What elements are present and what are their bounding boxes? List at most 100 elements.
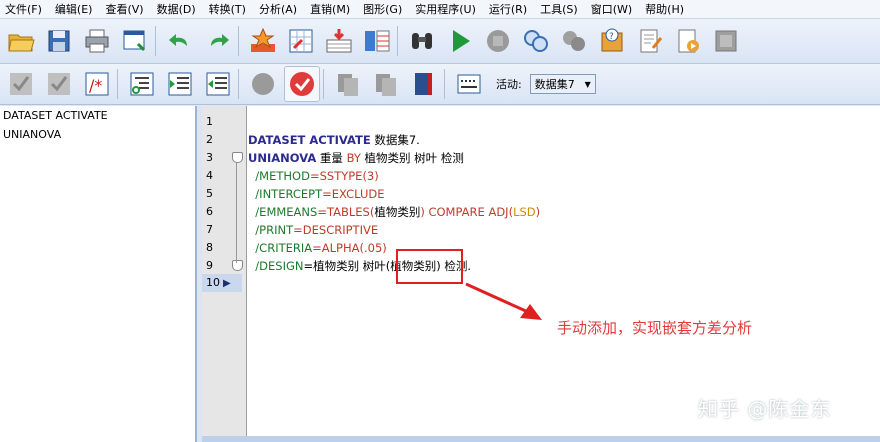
save-button[interactable] <box>42 24 76 58</box>
stop-button[interactable] <box>481 24 515 58</box>
fold-guide-line <box>236 163 237 263</box>
fold-toggle-icon[interactable] <box>232 152 243 163</box>
toolbar-separator <box>155 26 156 56</box>
code-subcommand: /CRITERIA <box>248 241 313 255</box>
code-line-3: UNIANOVA 重量 BY 植物类别 树叶 检测 <box>248 149 464 167</box>
navigator-item[interactable]: DATASET ACTIVATE <box>0 106 195 125</box>
active-dataset-value: 数据集7 <box>534 78 575 91</box>
find-button[interactable] <box>405 24 439 58</box>
red-arrow-icon <box>465 282 542 320</box>
code-value: =DESCRIPTIVE <box>293 223 379 237</box>
red-check-icon <box>290 72 314 96</box>
line-format-button[interactable] <box>452 67 486 101</box>
code-line-4: /METHOD=SSTYPE(3) <box>248 167 378 185</box>
document-play-icon <box>678 29 699 53</box>
code-line-6: /EMMEANS=TABLES(植物类别) COMPARE ADJ(LSD) <box>248 203 540 221</box>
code-value: =EXCLUDE <box>322 187 385 201</box>
print-button[interactable] <box>80 24 114 58</box>
chevron-down-icon: ▼ <box>584 79 591 89</box>
fullscreen-button[interactable] <box>709 24 743 58</box>
validate-all-button[interactable] <box>42 67 76 101</box>
code-text: 植物类别 树叶 检测 <box>360 151 464 165</box>
check-gray-icon <box>48 73 70 95</box>
outdent-button[interactable] <box>201 67 235 101</box>
main-toolbar: ? <box>0 19 880 64</box>
goto-variable-button[interactable] <box>284 24 318 58</box>
menu-direct-marketing[interactable]: 直销(M) <box>305 1 358 17</box>
menu-graphs[interactable]: 图形(G) <box>358 1 410 17</box>
menu-window[interactable]: 窗口(W) <box>586 1 640 17</box>
code-value: ) COMPARE ADJ( <box>420 205 514 219</box>
binoculars-icon <box>412 33 432 49</box>
line-number: 5 <box>206 187 213 200</box>
variables-button[interactable] <box>322 24 356 58</box>
line-number: 2 <box>206 133 213 146</box>
menu-transform[interactable]: 转换(T) <box>204 1 254 17</box>
code-text: 植物类别 <box>374 205 421 219</box>
menu-analyze[interactable]: 分析(A) <box>254 1 305 17</box>
pages-gray-icon <box>376 74 396 96</box>
syntax-editor[interactable]: DATASET ACTIVATE 数据集7. UNIANOVA 重量 BY 植物… <box>247 106 880 436</box>
outdent-icon <box>206 72 230 96</box>
menu-view[interactable]: 查看(V) <box>100 1 151 17</box>
check-gray-icon <box>10 73 32 95</box>
bookmark-book-button[interactable] <box>407 67 441 101</box>
code-value: =TABLES( <box>317 205 375 219</box>
goto-case-button[interactable] <box>246 24 280 58</box>
open-button[interactable] <box>4 24 38 58</box>
indent-button[interactable] <box>163 67 197 101</box>
sets-button[interactable] <box>519 24 553 58</box>
recall-dialog-button[interactable] <box>118 24 152 58</box>
indent-list-icon <box>130 72 154 96</box>
code-subcommand: /METHOD <box>248 169 310 183</box>
run-button[interactable] <box>443 24 477 58</box>
toolbar-separator <box>323 69 324 99</box>
stop-circle-icon <box>487 30 509 52</box>
code-line-7: /PRINT=DESCRIPTIVE <box>248 221 378 239</box>
active-dataset-select[interactable]: 数据集7 ▼ <box>529 74 596 94</box>
check-button[interactable] <box>284 66 320 102</box>
comment-button[interactable]: /* <box>80 67 114 101</box>
floppy-icon <box>48 30 70 52</box>
code-keyword: BY <box>346 151 361 165</box>
code-subcommand: /INTERCEPT <box>248 187 323 201</box>
code-keyword: UNIANOVA <box>248 151 317 165</box>
comment-star-icon: /* <box>85 72 109 96</box>
dashed-lines-icon <box>457 74 481 94</box>
code-line-8: /CRITERIA=ALPHA(.05) <box>248 239 387 257</box>
bookmark-next-button[interactable] <box>369 67 403 101</box>
code-value: =ALPHA(.05) <box>312 241 387 255</box>
line-number: 6 <box>206 205 213 218</box>
help-button[interactable]: ? <box>595 24 629 58</box>
syntax-help-button[interactable] <box>633 24 667 58</box>
code-value: ) <box>535 205 541 219</box>
bookmark-button[interactable] <box>331 67 365 101</box>
bottom-scrollbar[interactable] <box>202 436 880 442</box>
redo-button[interactable] <box>201 24 235 58</box>
menu-utilities[interactable]: 实用程序(U) <box>410 1 484 17</box>
outline-button[interactable] <box>125 67 159 101</box>
navigator-item[interactable]: UNIANOVA <box>0 125 195 144</box>
menu-bar: 文件(F) 编辑(E) 查看(V) 数据(D) 转换(T) 分析(A) 直销(M… <box>0 0 880 19</box>
play-icon <box>453 30 470 52</box>
svg-text:?: ? <box>609 32 614 42</box>
book-icon <box>415 73 432 95</box>
media-button[interactable] <box>671 24 705 58</box>
variables-icon <box>326 29 352 53</box>
sets-gray-button[interactable] <box>557 24 591 58</box>
menu-file[interactable]: 文件(F) <box>0 1 50 17</box>
menu-run[interactable]: 运行(R) <box>484 1 535 17</box>
breakpoint-button[interactable] <box>246 67 280 101</box>
current-line-arrow-icon: ▶ <box>223 278 231 289</box>
circle-gray-icon <box>252 73 274 95</box>
data-editor-button[interactable] <box>360 24 394 58</box>
menu-data[interactable]: 数据(D) <box>152 1 204 17</box>
menu-tools[interactable]: 工具(S) <box>535 1 586 17</box>
line-number: 8 <box>206 241 213 254</box>
menu-edit[interactable]: 编辑(E) <box>50 1 101 17</box>
validate-button[interactable] <box>4 67 38 101</box>
undo-button[interactable] <box>163 24 197 58</box>
highlight-box <box>396 249 463 284</box>
menu-help[interactable]: 帮助(H) <box>640 1 692 17</box>
line-number: 10 <box>206 276 220 289</box>
